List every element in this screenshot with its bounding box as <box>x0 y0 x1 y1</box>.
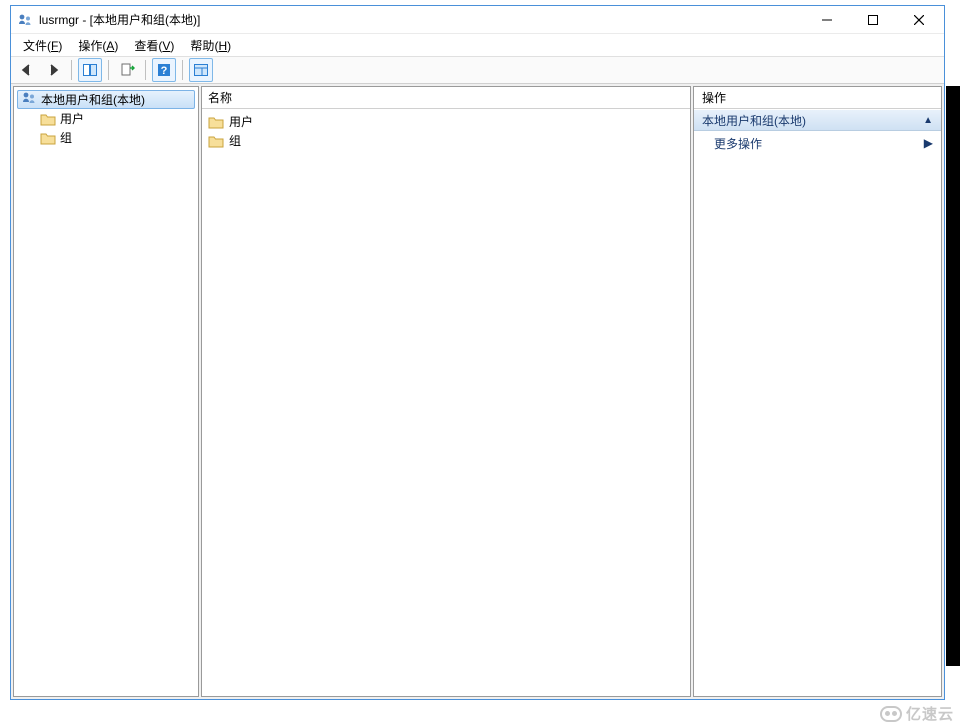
tree-users-label: 用户 <box>60 110 84 127</box>
menu-help-accel: H <box>218 39 227 53</box>
actions-title-text: 操作 <box>702 89 726 106</box>
list-groups-label: 组 <box>229 132 241 149</box>
help-button[interactable]: ? <box>152 58 176 82</box>
action-more-label: 更多操作 <box>714 135 762 152</box>
list-pane: 名称 用户 组 <box>201 86 691 697</box>
menu-view-label: 查看 <box>134 39 158 53</box>
show-hide-tree-button[interactable] <box>78 58 102 82</box>
submenu-arrow-icon: ▶ <box>924 136 933 150</box>
collapse-section-icon: ▲ <box>923 115 933 126</box>
toolbar-separator <box>182 60 183 80</box>
menu-file-label: 文件 <box>23 39 47 53</box>
menu-view[interactable]: 查看(V) <box>126 35 182 56</box>
tree-root-label: 本地用户和组(本地) <box>41 91 145 108</box>
back-button[interactable] <box>15 58 39 82</box>
actions-pane: 操作 本地用户和组(本地) ▲ 更多操作 ▶ <box>693 86 942 697</box>
maximize-button[interactable] <box>850 6 896 34</box>
toolbar-separator <box>71 60 72 80</box>
tree-node-groups[interactable]: 组 <box>14 128 198 147</box>
watermark: 亿速云 <box>880 703 954 724</box>
svg-text:?: ? <box>161 65 168 77</box>
menu-action[interactable]: 操作(A) <box>70 35 126 56</box>
forward-button[interactable] <box>41 58 65 82</box>
menu-file-accel: F <box>51 39 58 53</box>
folder-icon <box>40 131 56 145</box>
list-item-groups[interactable]: 组 <box>202 131 690 150</box>
list-header[interactable]: 名称 <box>202 87 690 109</box>
mmc-window: lusrmgr - [本地用户和组(本地)] 文件(F) 操作(A) 查看(V) <box>10 5 945 700</box>
list-item-users[interactable]: 用户 <box>202 112 690 131</box>
folder-icon <box>208 115 224 129</box>
actions-section-header[interactable]: 本地用户和组(本地) ▲ <box>694 109 941 131</box>
background-dark-strip <box>946 86 960 666</box>
window-title: lusrmgr - [本地用户和组(本地)] <box>39 11 200 28</box>
menu-action-accel: A <box>106 39 114 53</box>
menu-help-label: 帮助 <box>190 39 214 53</box>
minimize-button[interactable] <box>804 6 850 34</box>
tree-root-node[interactable]: 本地用户和组(本地) <box>17 90 195 109</box>
toolbar: ? <box>11 56 944 84</box>
menubar: 文件(F) 操作(A) 查看(V) 帮助(H) <box>11 34 944 56</box>
column-header-name[interactable]: 名称 <box>208 89 232 106</box>
actions-section-label: 本地用户和组(本地) <box>702 112 806 129</box>
menu-file[interactable]: 文件(F) <box>15 35 70 56</box>
tree-node-users[interactable]: 用户 <box>14 109 198 128</box>
app-icon <box>17 12 33 28</box>
menu-action-label: 操作 <box>78 39 102 53</box>
tree-pane: 本地用户和组(本地) 用户 组 <box>13 86 199 697</box>
folder-icon <box>40 112 56 126</box>
folder-icon <box>208 134 224 148</box>
export-list-button[interactable] <box>115 58 139 82</box>
menu-help[interactable]: 帮助(H) <box>182 35 239 56</box>
list-users-label: 用户 <box>229 113 253 130</box>
actions-pane-title: 操作 <box>694 87 941 109</box>
watermark-text: 亿速云 <box>906 703 954 724</box>
tree-groups-label: 组 <box>60 129 72 146</box>
titlebar[interactable]: lusrmgr - [本地用户和组(本地)] <box>11 6 944 34</box>
users-groups-icon <box>21 90 37 109</box>
list-body: 用户 组 <box>202 109 690 153</box>
toolbar-separator <box>145 60 146 80</box>
watermark-logo-icon <box>880 706 902 722</box>
content-area: 本地用户和组(本地) 用户 组 <box>11 84 944 699</box>
tree: 本地用户和组(本地) 用户 组 <box>14 87 198 150</box>
menu-view-accel: V <box>162 39 170 53</box>
toolbar-separator <box>108 60 109 80</box>
show-hide-action-pane-button[interactable] <box>189 58 213 82</box>
action-more-operations[interactable]: 更多操作 ▶ <box>694 131 941 155</box>
close-button[interactable] <box>896 6 942 34</box>
